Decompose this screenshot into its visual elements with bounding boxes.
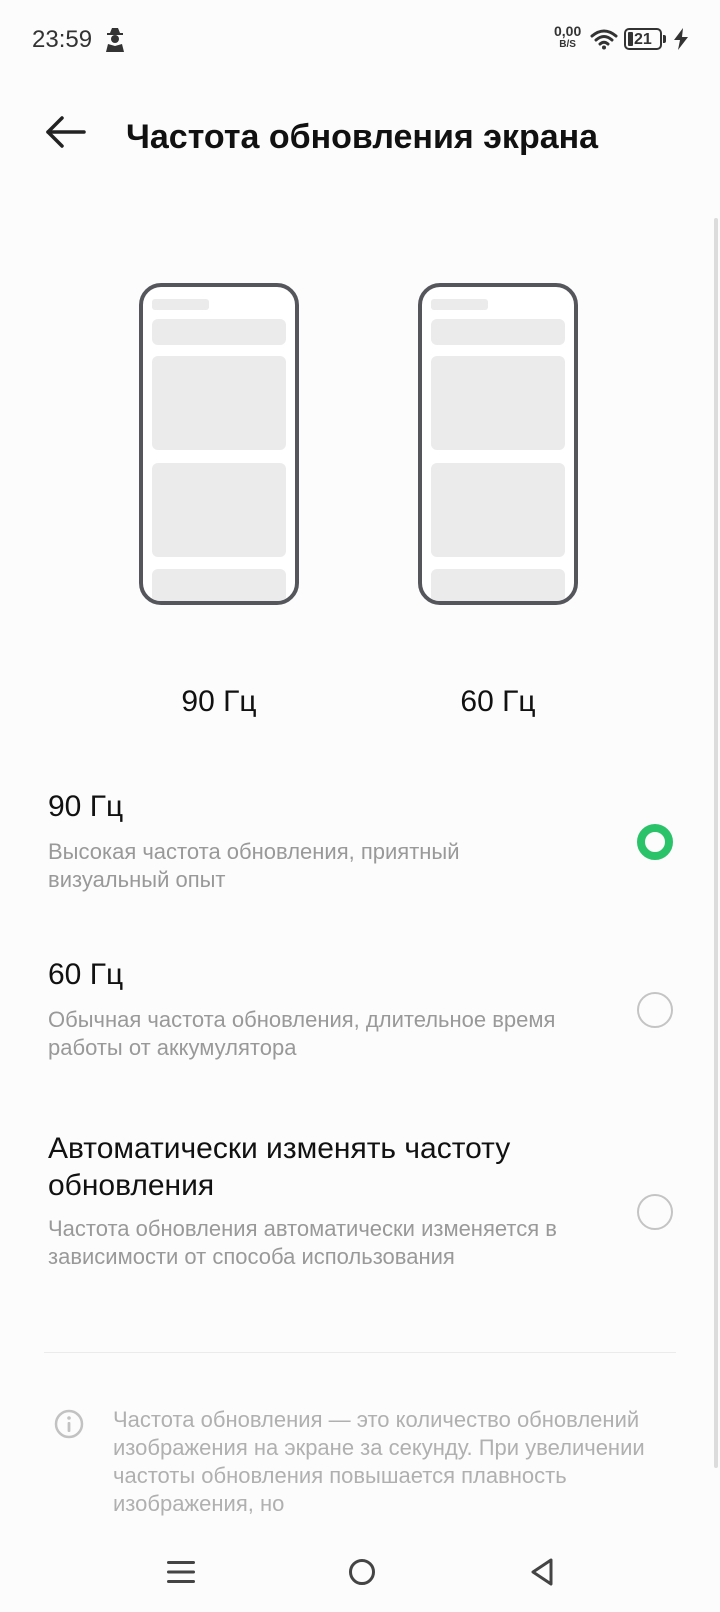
preview-block xyxy=(152,463,286,557)
preview-phone-60 xyxy=(418,283,578,605)
battery-tip xyxy=(663,35,666,43)
option-description: Высокая частота обновления, приятный виз… xyxy=(48,839,460,892)
radio-90hz[interactable] xyxy=(637,824,673,860)
charging-icon xyxy=(674,28,688,50)
page-title: Частота обновления экрана xyxy=(126,118,599,156)
back-button[interactable] xyxy=(40,108,96,164)
preview-block xyxy=(431,299,488,310)
preview-phone-90 xyxy=(139,283,299,605)
info-text: Частота обновления — это количество обно… xyxy=(113,1407,645,1516)
option-title: 90 Гц xyxy=(48,790,124,823)
menu-button[interactable] xyxy=(121,1532,241,1612)
option-title: 60 Гц xyxy=(48,958,124,991)
divider xyxy=(44,1352,676,1353)
option-90hz[interactable]: 90 Гц Высокая частота обновления, приятн… xyxy=(0,770,720,900)
info-icon xyxy=(54,1409,84,1439)
home-icon xyxy=(349,1559,375,1585)
preview-label-90: 90 Гц xyxy=(181,685,257,718)
preview-block xyxy=(431,356,565,450)
option-60hz[interactable]: 60 Гц Обычная частота обновления, длител… xyxy=(0,938,720,1068)
spy-icon xyxy=(106,28,124,52)
network-speed-value: 0,00 xyxy=(554,23,582,39)
preview-block xyxy=(152,569,286,601)
radio-60hz[interactable] xyxy=(637,992,673,1028)
preview-block xyxy=(152,299,209,310)
wifi-icon xyxy=(590,29,618,50)
preview-block xyxy=(431,569,565,601)
menu-icon xyxy=(167,1561,195,1583)
preview-block xyxy=(152,319,286,345)
battery-fill xyxy=(628,32,633,46)
preview-label-60: 60 Гц xyxy=(460,685,536,718)
option-description: Обычная частота обновления, длительное в… xyxy=(48,1007,556,1060)
network-speed: 0,00 B/S xyxy=(554,24,581,50)
radio-auto[interactable] xyxy=(637,1194,673,1230)
battery-icon: 21 xyxy=(624,28,662,50)
preview-block xyxy=(431,463,565,557)
nav-back-button[interactable] xyxy=(483,1532,603,1612)
status-time: 23:59 xyxy=(32,26,93,53)
preview-block xyxy=(431,319,565,345)
option-title: Автоматически изменять частоту обновлени… xyxy=(48,1132,511,1202)
network-speed-unit: B/S xyxy=(559,39,576,50)
option-description: Частота обновления автоматически изменяе… xyxy=(48,1216,557,1269)
option-auto[interactable]: Автоматически изменять частоту обновлени… xyxy=(0,1120,720,1320)
navigation-bar xyxy=(0,1532,720,1612)
scrollbar[interactable] xyxy=(714,218,718,1468)
battery-level: 21 xyxy=(634,31,652,48)
back-triangle-icon xyxy=(531,1558,553,1586)
preview-block xyxy=(152,356,286,450)
arrow-left-icon xyxy=(46,116,86,148)
status-bar: 23:59 0,00 B/S 21 xyxy=(0,0,720,80)
home-button[interactable] xyxy=(302,1532,422,1612)
